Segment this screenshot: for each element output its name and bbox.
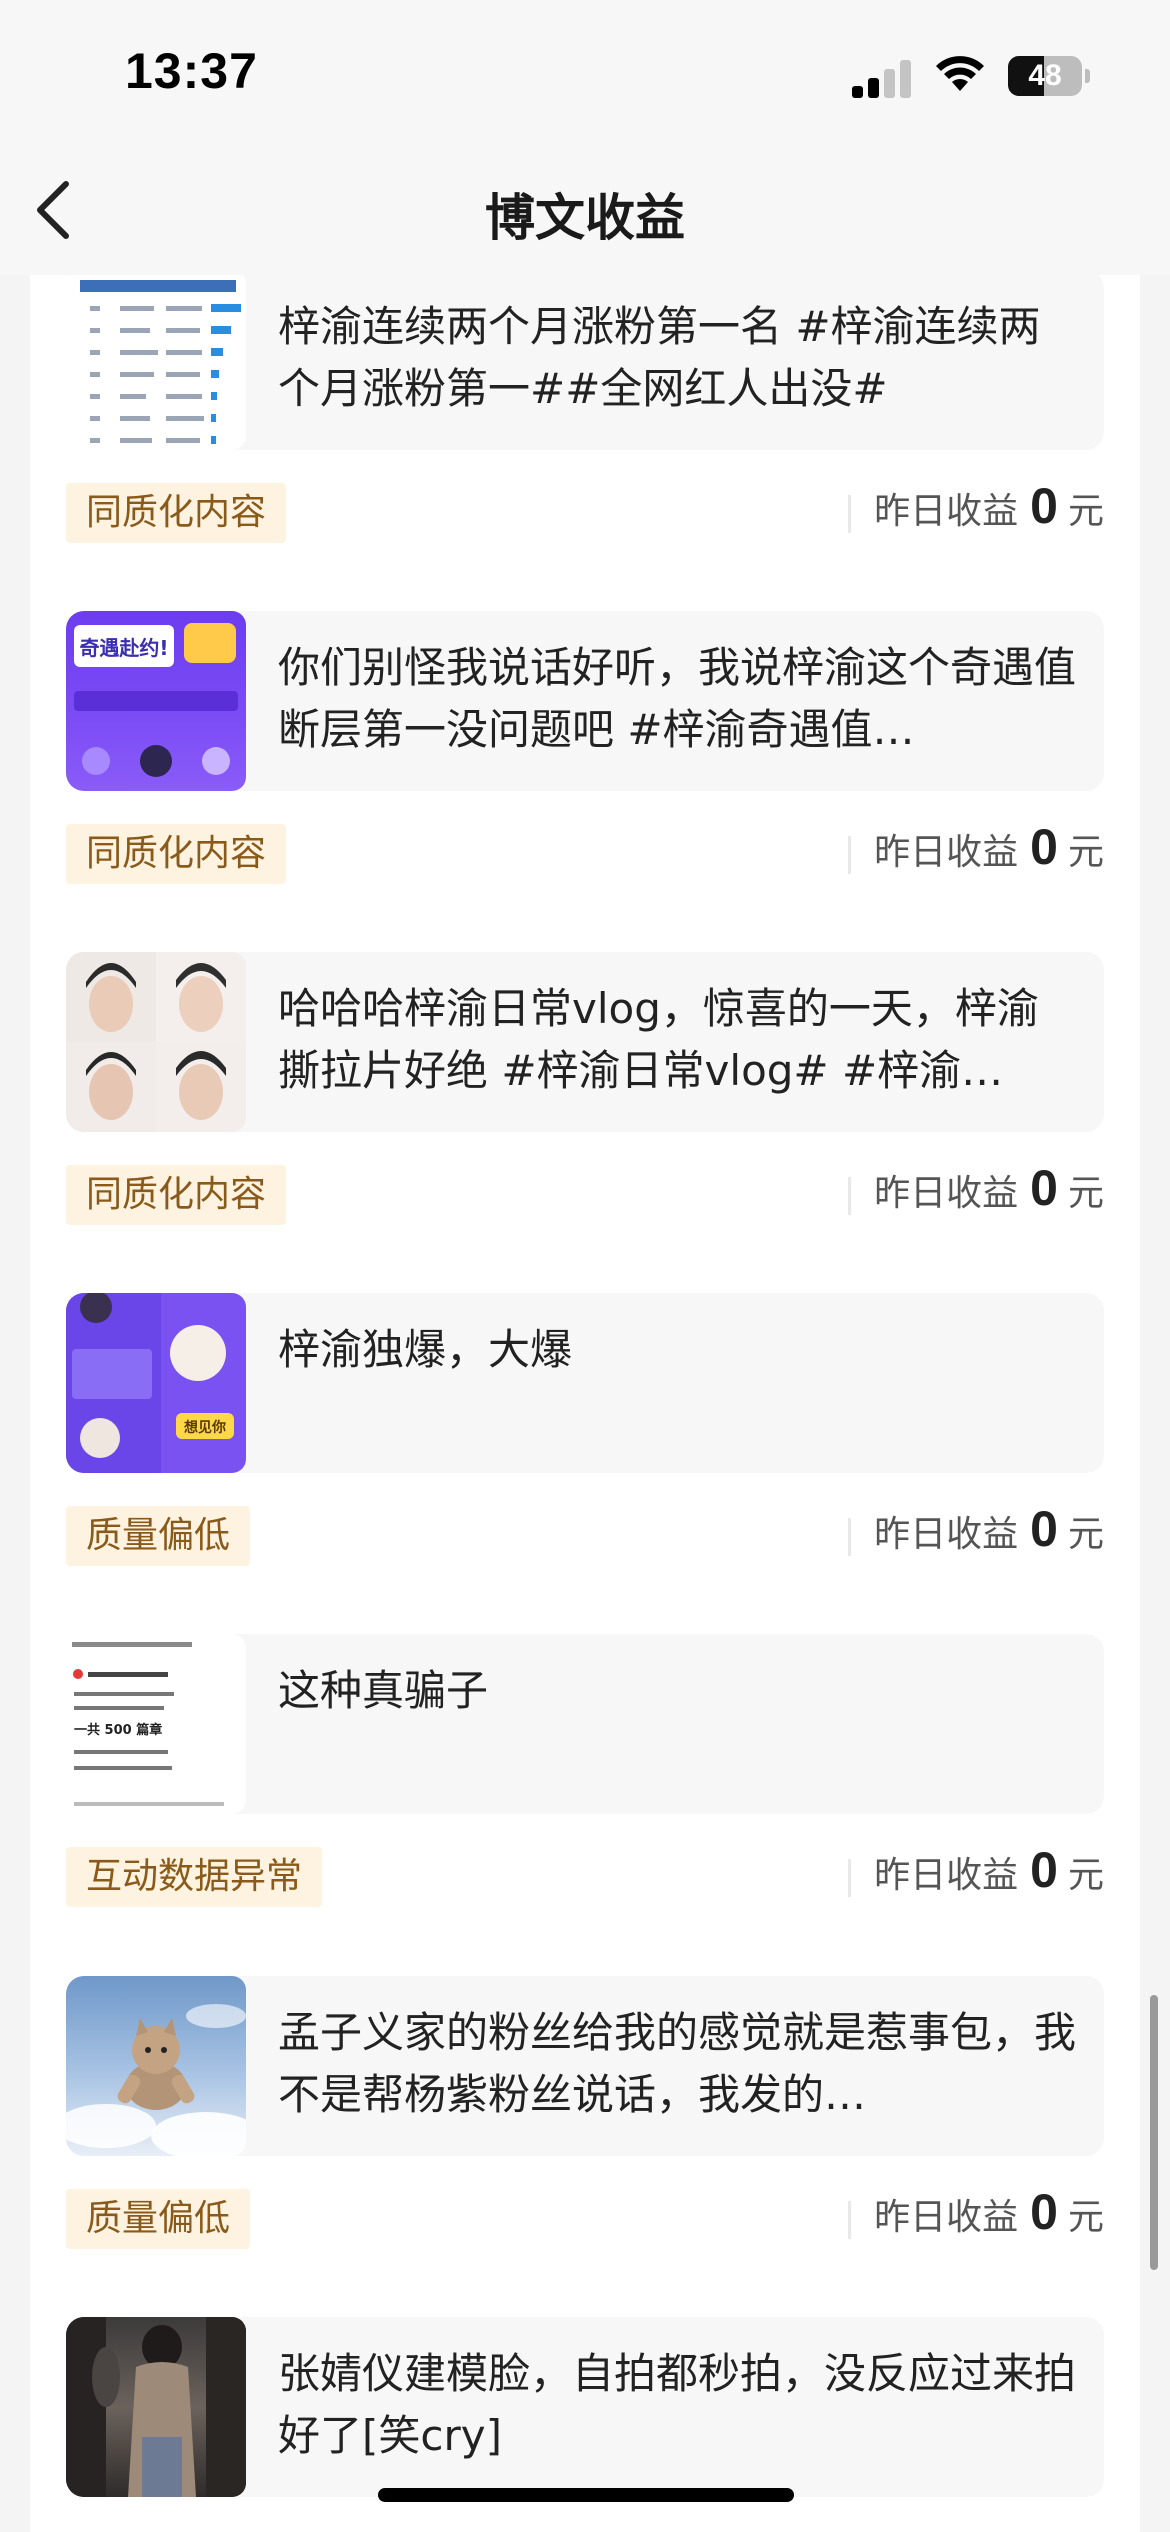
svg-text:奇遇赴约!: 奇遇赴约!: [79, 636, 168, 660]
earnings: 昨日收益 0 元: [848, 1841, 1104, 1911]
earnings-unit: 元: [1067, 491, 1104, 532]
list-item: 一共 500 篇章 这种真骗子 互动数据异常 昨日收益 0 元: [30, 1619, 1140, 1959]
earnings-unit: 元: [1067, 1855, 1104, 1896]
page-title: 博文收益: [485, 189, 685, 247]
status-badge: 质量偏低: [66, 1506, 251, 1566]
post-text: 梓渝独爆，大爆: [278, 1325, 573, 1374]
earnings-label: 昨日收益: [874, 832, 1019, 873]
status-badge: 同质化内容: [66, 824, 287, 884]
post-text: 孟子义家的粉丝给我的感觉就是惹事包，我不是帮杨紫粉丝说话，我发的…: [278, 2008, 1077, 2119]
status-badge: 质量偏低: [66, 2189, 251, 2249]
earnings-label: 昨日收益: [874, 1855, 1019, 1896]
navigation-bar: 博文收益: [0, 150, 1170, 275]
earnings-label: 昨日收益: [874, 1173, 1019, 1214]
ranking-table-thumbnail: [66, 275, 246, 450]
earnings-unit: 元: [1067, 832, 1104, 873]
post-card[interactable]: 张婧仪建模脸，自拍都秒拍，没反应过来拍好了[笑cry]: [66, 2317, 1104, 2497]
list-item: 哈哈哈梓渝日常vlog，惊喜的一天，梓渝撕拉片好绝 #梓渝日常vlog# #梓渝…: [30, 937, 1140, 1277]
earnings-value: 0: [1030, 478, 1058, 534]
earnings: 昨日收益 0 元: [848, 1159, 1104, 1229]
list-item: 孟子义家的粉丝给我的感觉就是惹事包，我不是帮杨紫粉丝说话，我发的… 质量偏低 昨…: [30, 1961, 1140, 2301]
post-text: 梓渝连续两个月涨粉第一名 #梓渝连续两个月涨粉第一##全网红人出没#: [278, 302, 1041, 413]
purple-card-thumbnail: 想见你: [66, 1293, 246, 1473]
earnings-unit: 元: [1067, 2197, 1104, 2238]
scrollbar[interactable]: [1150, 1995, 1158, 2270]
status-bar: 13:37 48: [0, 0, 1170, 150]
post-card[interactable]: 奇遇赴约! 你们别怪我说话好听，我说梓渝这个奇遇值断层第一没问题吧 #梓渝奇遇值…: [66, 611, 1104, 791]
earnings: 昨日收益 0 元: [848, 477, 1104, 547]
cellular-signal-icon: [852, 58, 912, 98]
text-screenshot-thumbnail: 一共 500 篇章: [66, 1634, 246, 1814]
post-text: 张婧仪建模脸，自拍都秒拍，没反应过来拍好了[笑cry]: [278, 2349, 1077, 2460]
earnings-value: 0: [1030, 819, 1058, 875]
status-badge: 互动数据异常: [66, 1847, 323, 1907]
post-card[interactable]: 孟子义家的粉丝给我的感觉就是惹事包，我不是帮杨紫粉丝说话，我发的…: [66, 1976, 1104, 2156]
list-item: 想见你 梓渝独爆，大爆 质量偏低 昨日收益 0 元: [30, 1278, 1140, 1618]
earnings-value: 0: [1030, 2184, 1058, 2240]
list-item: 梓渝连续两个月涨粉第一名 #梓渝连续两个月涨粉第一##全网红人出没# 同质化内容…: [30, 275, 1140, 595]
earnings-value: 0: [1030, 1842, 1058, 1898]
post-card[interactable]: 想见你 梓渝独爆，大爆: [66, 1293, 1104, 1473]
post-text: 哈哈哈梓渝日常vlog，惊喜的一天，梓渝撕拉片好绝 #梓渝日常vlog# #梓渝…: [278, 984, 1039, 1095]
flying-cat-thumbnail: [66, 1976, 246, 2156]
earnings-label: 昨日收益: [874, 1514, 1019, 1555]
earnings-unit: 元: [1067, 1514, 1104, 1555]
list-item: 奇遇赴约! 你们别怪我说话好听，我说梓渝这个奇遇值断层第一没问题吧 #梓渝奇遇值…: [30, 596, 1140, 936]
earnings: 昨日收益 0 元: [848, 1500, 1104, 1570]
earnings: 昨日收益 0 元: [848, 818, 1104, 888]
battery-icon: 48: [1008, 56, 1090, 96]
battery-percentage: 48: [1028, 59, 1062, 92]
status-time: 13:37: [125, 43, 258, 99]
earnings-unit: 元: [1067, 1173, 1104, 1214]
post-card[interactable]: 梓渝连续两个月涨粉第一名 #梓渝连续两个月涨粉第一##全网红人出没#: [66, 275, 1104, 450]
status-badge: 同质化内容: [66, 483, 287, 543]
post-card[interactable]: 哈哈哈梓渝日常vlog，惊喜的一天，梓渝撕拉片好绝 #梓渝日常vlog# #梓渝…: [66, 952, 1104, 1132]
earnings-label: 昨日收益: [874, 491, 1019, 532]
earnings-value: 0: [1030, 1501, 1058, 1557]
earnings-value: 0: [1030, 1160, 1058, 1216]
street-photo-thumbnail: [66, 2317, 246, 2497]
earnings-label: 昨日收益: [874, 2197, 1019, 2238]
post-text: 这种真骗子: [278, 1666, 489, 1715]
post-card[interactable]: 一共 500 篇章 这种真骗子: [66, 1634, 1104, 1814]
home-indicator[interactable]: [378, 2488, 794, 2502]
svg-text:一共 500 篇章: 一共 500 篇章: [74, 1722, 162, 1738]
purple-event-thumbnail: 奇遇赴约!: [66, 611, 246, 791]
status-badge: 同质化内容: [66, 1165, 287, 1225]
wifi-icon: [936, 56, 984, 91]
post-list: 梓渝连续两个月涨粉第一名 #梓渝连续两个月涨粉第一##全网红人出没# 同质化内容…: [30, 275, 1140, 2532]
svg-text:想见你: 想见你: [183, 1419, 226, 1436]
post-text: 你们别怪我说话好听，我说梓渝这个奇遇值断层第一没问题吧 #梓渝奇遇值…: [278, 643, 1077, 754]
earnings: 昨日收益 0 元: [848, 2183, 1104, 2253]
portrait-grid-thumbnail: [66, 952, 246, 1132]
